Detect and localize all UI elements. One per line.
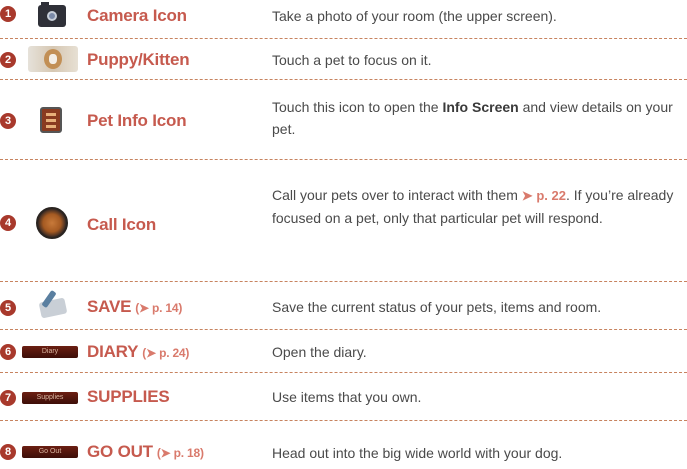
desc-text: Touch this icon to open the	[272, 99, 443, 115]
desc-text: Call your pets over to interact with the…	[272, 187, 522, 203]
row-save: 5 SAVE (➤ p. 14) Save the current status …	[0, 282, 687, 330]
row-description: Touch a pet to focus on it.	[272, 52, 432, 68]
row-call-icon: 4 Call Icon Call your pets over to inter…	[0, 160, 687, 282]
row-number-badge: 4	[0, 215, 16, 231]
row-description: Use items that you own.	[272, 389, 422, 405]
row-number-badge: 3	[0, 113, 16, 129]
row-title: SUPPLIES	[87, 387, 170, 406]
arrow-icon: ➤	[146, 346, 156, 360]
pet-info-icon	[40, 107, 62, 133]
supplies-button-icon: Supplies	[22, 392, 78, 404]
camera-icon	[38, 2, 66, 27]
row-go-out: 8 Go Out GO OUT (➤ p. 18) Head out into t…	[0, 421, 687, 469]
diary-button-icon: Diary	[22, 346, 78, 358]
page-reference: (➤ p. 18)	[156, 446, 204, 460]
row-number-badge: 6	[0, 344, 16, 360]
row-puppy-kitten: 2 Puppy/Kitten Touch a pet to focus on i…	[0, 39, 687, 80]
row-title: Call Icon	[87, 215, 157, 234]
page-reference: ➤ p. 22	[521, 188, 566, 203]
info-screen-term: Info Screen	[442, 99, 519, 115]
row-description: Call your pets over to interact with the…	[272, 184, 682, 229]
arrow-icon: ➤	[521, 188, 533, 203]
page-reference: (➤ p. 14)	[135, 301, 183, 315]
arrow-icon: ➤	[139, 301, 149, 315]
row-camera-icon: 1 Camera Icon Take a photo of your room …	[0, 0, 687, 39]
row-diary: 6 Diary DIARY (➤ p. 24) Open the diary.	[0, 330, 687, 373]
arrow-icon: ➤	[160, 446, 171, 460]
row-title: DIARY (➤ p. 24)	[87, 342, 190, 361]
row-pet-info-icon: 3 Pet Info Icon Touch this icon to open …	[0, 80, 687, 160]
row-description: Save the current status of your pets, it…	[272, 299, 602, 315]
page-reference: (➤ p. 24)	[142, 346, 190, 360]
call-icon	[36, 207, 68, 239]
row-description: Open the diary.	[272, 344, 367, 360]
go-out-button-icon: Go Out	[22, 446, 78, 458]
row-number-badge: 7	[0, 390, 16, 406]
save-icon	[34, 290, 70, 318]
row-title: GO OUT (➤ p. 18)	[87, 442, 204, 461]
row-description: Head out into the big wide world with yo…	[272, 445, 563, 461]
row-description: Touch this icon to open the Info Screen …	[272, 96, 682, 140]
row-number-badge: 8	[0, 444, 16, 460]
row-title: Camera Icon	[87, 6, 187, 25]
row-title: Puppy/Kitten	[87, 50, 190, 69]
row-supplies: 7 Supplies SUPPLIES Use items that you o…	[0, 373, 687, 421]
row-title: SAVE (➤ p. 14)	[87, 297, 183, 316]
row-number-badge: 1	[0, 6, 16, 22]
row-description: Take a photo of your room (the upper scr…	[272, 8, 557, 24]
row-number-badge: 5	[0, 300, 16, 316]
row-title: Pet Info Icon	[87, 111, 187, 130]
row-number-badge: 2	[0, 52, 16, 68]
puppy-icon	[28, 46, 78, 72]
